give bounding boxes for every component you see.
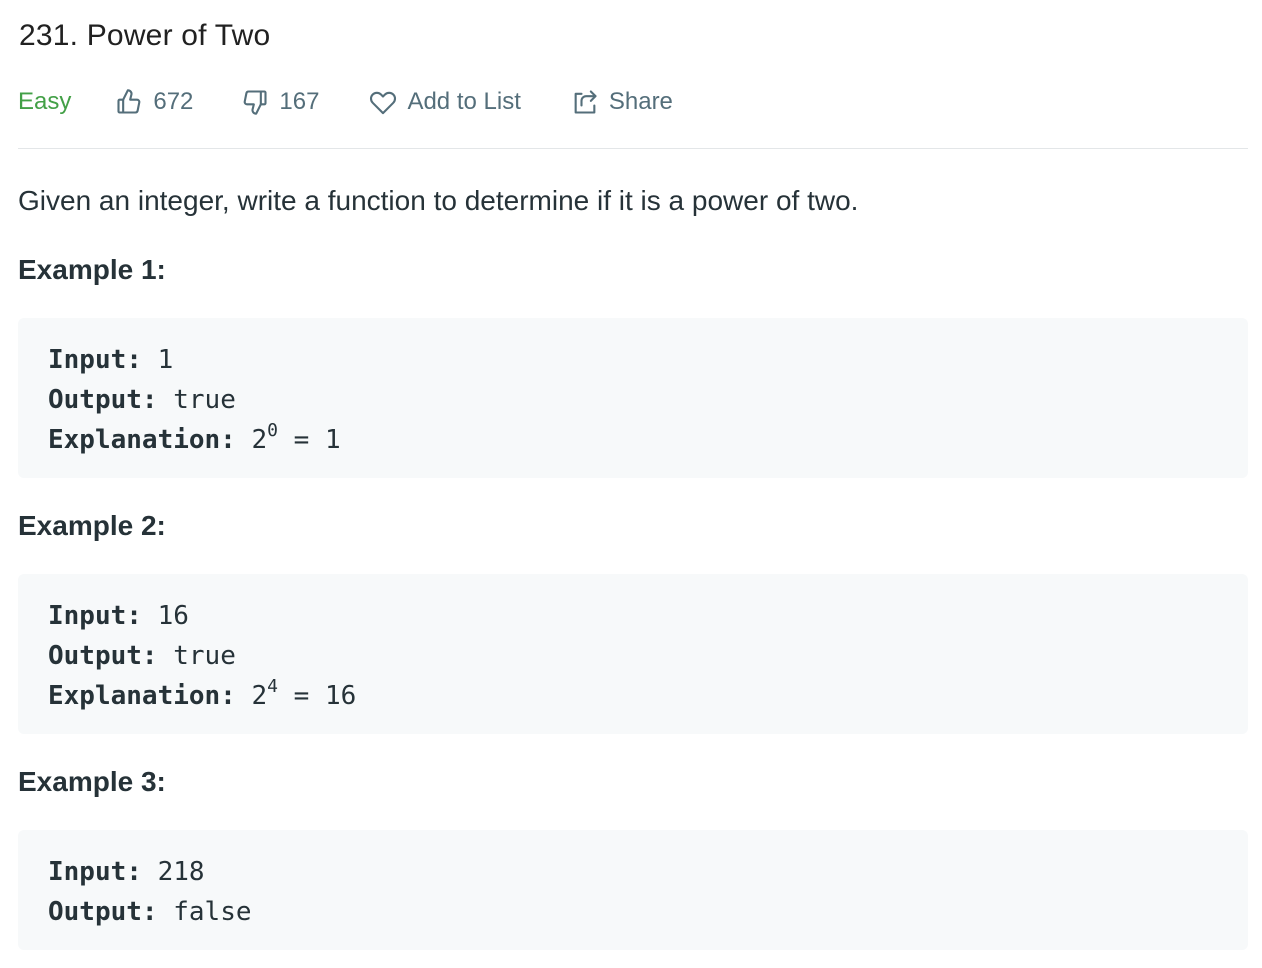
- problem-description: Given an integer, write a function to de…: [18, 185, 859, 216]
- add-to-list-button[interactable]: Add to List: [369, 88, 521, 116]
- example-1-explanation: Explanation: 20 = 1: [48, 420, 1218, 460]
- heart-icon: [370, 91, 397, 115]
- example-2-output: Output: true: [48, 636, 1218, 676]
- input-value: 16: [157, 601, 189, 631]
- explanation-exponent: 0: [267, 420, 278, 442]
- input-label: Input:: [48, 601, 142, 631]
- like-button[interactable]: 672: [115, 88, 193, 116]
- example-3-block: Input: 218 Output: false: [18, 830, 1248, 950]
- problem-title: 231. Power of Two: [19, 19, 271, 52]
- share-label: Share: [608, 88, 673, 115]
- example-1-input: Input: 1: [48, 340, 1218, 380]
- output-value: true: [173, 385, 236, 415]
- explanation-exponent: 4: [267, 676, 278, 698]
- example-3-heading: Example 3:: [18, 766, 166, 797]
- example-2-explanation: Explanation: 24 = 16: [48, 676, 1218, 716]
- example-2-heading: Example 2:: [18, 510, 166, 541]
- output-value: true: [173, 641, 236, 671]
- explanation-base: 2: [251, 425, 268, 455]
- add-to-list-label: Add to List: [407, 88, 521, 115]
- dislike-button[interactable]: 167: [241, 88, 319, 116]
- output-label: Output:: [48, 641, 158, 671]
- input-label: Input:: [48, 345, 142, 375]
- example-2-block: Input: 16 Output: true Explanation: 24 =…: [18, 574, 1248, 734]
- explanation-result: = 1: [293, 425, 341, 455]
- dislike-count: 167: [279, 88, 320, 115]
- output-label: Output:: [48, 385, 158, 415]
- difficulty-label: Easy: [18, 88, 72, 115]
- output-value: false: [173, 897, 252, 927]
- output-label: Output:: [48, 897, 158, 927]
- example-3-input: Input: 218: [48, 852, 1218, 892]
- problem-description-page: 231. Power of Two Easy 672 167 Add to Li…: [0, 0, 1262, 968]
- share-button[interactable]: Share: [571, 88, 673, 116]
- example-3-output: Output: false: [48, 892, 1218, 932]
- thumbs-down-icon: [244, 90, 267, 115]
- explanation-result: = 16: [293, 681, 357, 711]
- example-1-output: Output: true: [48, 380, 1218, 420]
- explanation-label: Explanation:: [48, 681, 236, 711]
- input-label: Input:: [48, 857, 142, 887]
- example-1-heading: Example 1:: [18, 254, 166, 285]
- example-1-block: Input: 1 Output: true Explanation: 20 = …: [18, 318, 1248, 478]
- problem-meta-bar: Easy 672 167 Add to List Share: [18, 82, 673, 122]
- input-value: 1: [157, 345, 174, 375]
- thumbs-up-icon: [117, 89, 141, 114]
- explanation-base: 2: [251, 681, 268, 711]
- input-value: 218: [157, 857, 205, 887]
- like-count: 672: [153, 88, 194, 115]
- header-divider: [18, 148, 1248, 149]
- example-2-input: Input: 16: [48, 596, 1218, 636]
- share-icon: [574, 90, 597, 114]
- explanation-label: Explanation:: [48, 425, 236, 455]
